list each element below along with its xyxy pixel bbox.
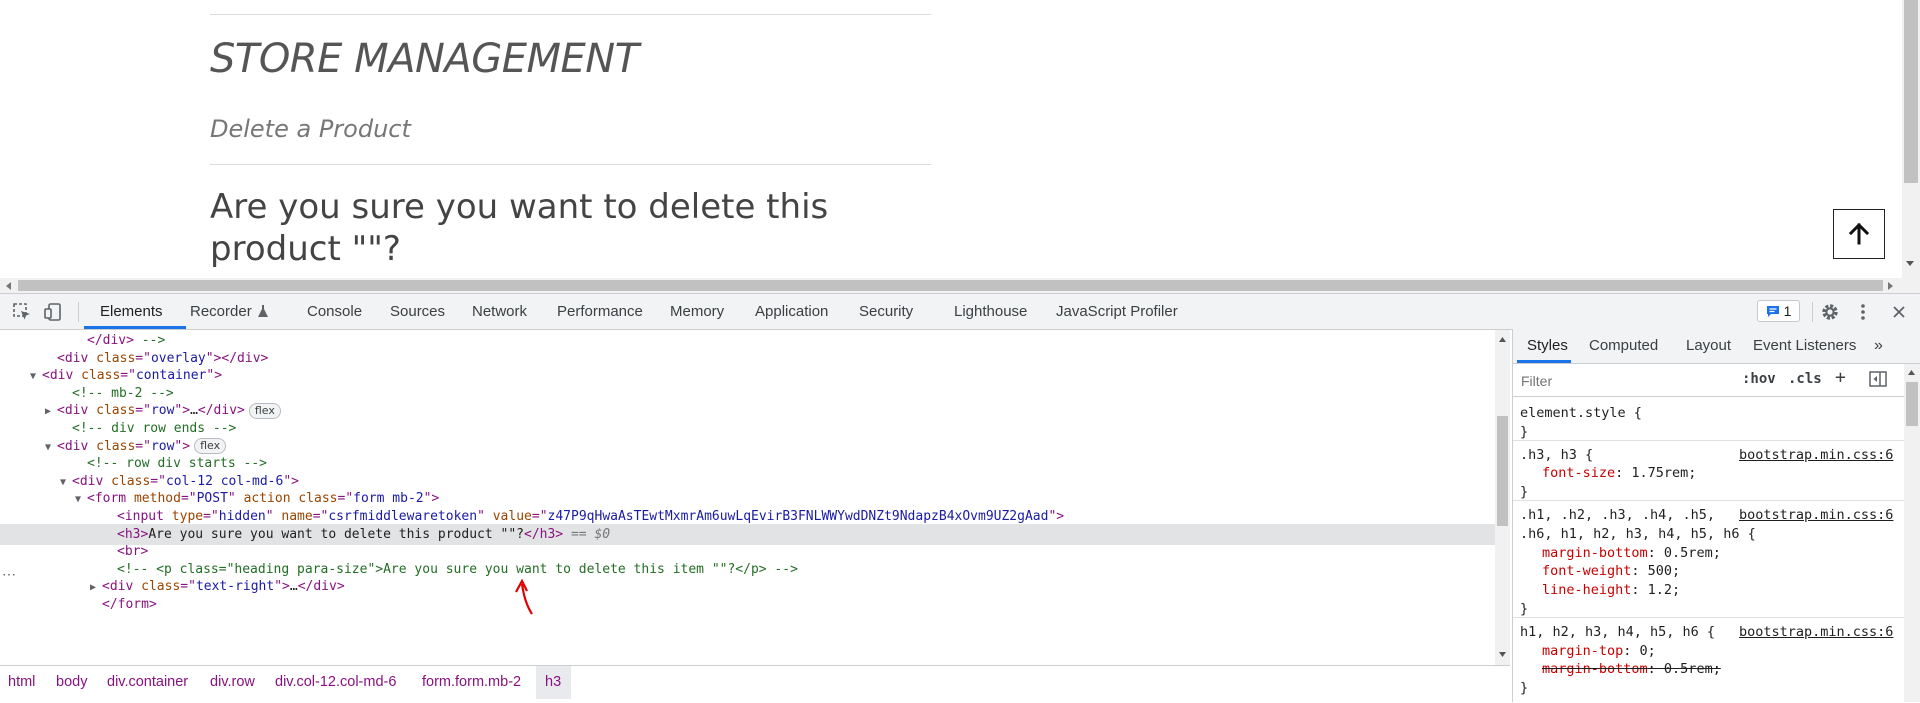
more-options-icon[interactable] (1857, 302, 1869, 322)
dom-tree: </div> --> <div class="overlay"></div> ▼ <d… (0, 330, 1495, 665)
annotation-arrow (515, 578, 533, 615)
toolbar-divider (1812, 302, 1813, 322)
stylesheet-source-link[interactable]: bootstrap.min.css:6 (1739, 506, 1893, 525)
styles-filter-input[interactable] (1519, 369, 1731, 393)
style-rule-selector[interactable]: h1, h2, h3, h4, h5, h6 { (1520, 623, 1715, 642)
style-rule-selector[interactable]: element.style { (1520, 404, 1642, 423)
flask-icon (258, 305, 268, 317)
scroll-up-arrow-icon[interactable] (1907, 369, 1916, 376)
arrow-up-icon (1849, 223, 1869, 245)
page-vertical-scroll-thumb[interactable] (1904, 0, 1918, 183)
scroll-to-top-button[interactable] (1833, 209, 1885, 259)
issues-counter-button[interactable]: 1 (1757, 300, 1800, 322)
page-title: STORE MANAGEMENT (210, 36, 639, 82)
class-toggle[interactable]: .cls (1788, 371, 1822, 387)
style-rule-selector[interactable]: .h1, .h2, .h3, .h4, .h5, (1520, 506, 1715, 525)
message-icon (1766, 305, 1779, 317)
tab-event-listeners[interactable]: Event Listeners (1753, 329, 1856, 363)
tab-javascript-profiler[interactable]: JavaScript Profiler (1056, 294, 1178, 329)
gear-icon[interactable] (1820, 302, 1840, 322)
active-tab-indicator (84, 326, 186, 329)
delete-confirmation-heading: Are you sure you want to delete this pro… (210, 187, 829, 269)
breadcrumb-item-body[interactable]: body (56, 665, 87, 699)
tab-memory[interactable]: Memory (670, 294, 724, 329)
tab-computed[interactable]: Computed (1589, 329, 1658, 363)
style-rule-selector[interactable]: .h6, h1, h2, h3, h4, h5, h6 { (1520, 525, 1756, 544)
scroll-down-arrow-icon[interactable] (1498, 651, 1507, 658)
scroll-up-arrow-icon[interactable] (1498, 336, 1507, 343)
style-property[interactable]: font-size: 1.75rem; (1542, 464, 1696, 483)
tab-network[interactable]: Network (472, 294, 527, 329)
style-rule-close[interactable]: } (1520, 679, 1528, 698)
style-property[interactable]: line-height: 1.2; (1542, 581, 1680, 600)
breadcrumb-item-row[interactable]: div.row (210, 665, 255, 699)
hover-state-toggle[interactable]: :hov (1742, 371, 1776, 387)
page-subtitle: Delete a Product (210, 115, 411, 143)
page-horizontal-scroll-thumb[interactable] (18, 280, 1883, 291)
style-property[interactable]: margin-bottom: 0.5rem; (1542, 660, 1721, 679)
breadcrumb-item-container[interactable]: div.container (107, 665, 188, 699)
node-actions-ellipsis[interactable]: ⋯ (2, 566, 16, 583)
scroll-left-arrow-icon[interactable] (5, 281, 13, 291)
breadcrumb-item-html[interactable]: html (8, 665, 35, 699)
tab-elements[interactable]: Elements (100, 294, 163, 329)
page-viewport: STORE MANAGEMENT Delete a Product Are yo… (0, 0, 1920, 278)
stylesheet-source-link[interactable]: bootstrap.min.css:6 (1739, 446, 1893, 465)
tab-layout[interactable]: Layout (1686, 329, 1731, 363)
rule-separator (1513, 500, 1904, 501)
styles-scroll-thumb[interactable] (1906, 382, 1918, 426)
tab-security[interactable]: Security (859, 294, 913, 329)
rule-separator (1513, 439, 1904, 441)
divider (210, 164, 931, 165)
scroll-down-arrow-icon[interactable] (1905, 258, 1915, 268)
stylesheet-source-link[interactable]: bootstrap.min.css:6 (1739, 623, 1893, 642)
new-style-rule-button[interactable]: + (1835, 367, 1846, 388)
issues-count: 1 (1783, 303, 1792, 319)
breadcrumb-item-form[interactable]: form.form.mb-2 (422, 665, 521, 699)
rule-separator (1513, 616, 1904, 618)
style-property[interactable]: margin-bottom: 0.5rem; (1542, 544, 1721, 563)
tab-lighthouse[interactable]: Lighthouse (954, 294, 1027, 329)
style-rule-selector[interactable]: .h3, h3 { (1520, 446, 1593, 465)
divider (210, 14, 931, 15)
device-toolbar-icon[interactable] (43, 302, 63, 322)
style-property[interactable]: font-weight: 500; (1542, 562, 1680, 581)
dom-tree-scroll-thumb[interactable] (1497, 416, 1508, 526)
active-subtab-indicator (1517, 360, 1571, 363)
scroll-right-arrow-icon[interactable] (1886, 281, 1894, 291)
toggle-sidebar-icon[interactable] (1869, 371, 1887, 387)
breadcrumb-item-col[interactable]: div.col-12.col-md-6 (275, 665, 396, 699)
close-icon[interactable] (1891, 304, 1907, 320)
more-tabs-icon[interactable]: » (1874, 329, 1883, 363)
tab-sources[interactable]: Sources (390, 294, 445, 329)
style-property[interactable]: margin-top: 0; (1542, 642, 1656, 661)
tab-application[interactable]: Application (755, 294, 828, 329)
inspect-element-icon[interactable] (12, 302, 32, 322)
tab-recorder[interactable]: Recorder (190, 294, 252, 329)
toolbar-divider (78, 302, 79, 322)
tab-performance[interactable]: Performance (557, 294, 643, 329)
tab-console[interactable]: Console (307, 294, 362, 329)
styles-pane: element.style {} .h3, h3 { bootstrap.min.c… (1513, 397, 1904, 702)
tab-styles[interactable]: Styles (1527, 329, 1568, 363)
dom-node[interactable]: </form> (0, 594, 1495, 615)
breadcrumb-item-h3[interactable]: h3 (545, 665, 561, 699)
